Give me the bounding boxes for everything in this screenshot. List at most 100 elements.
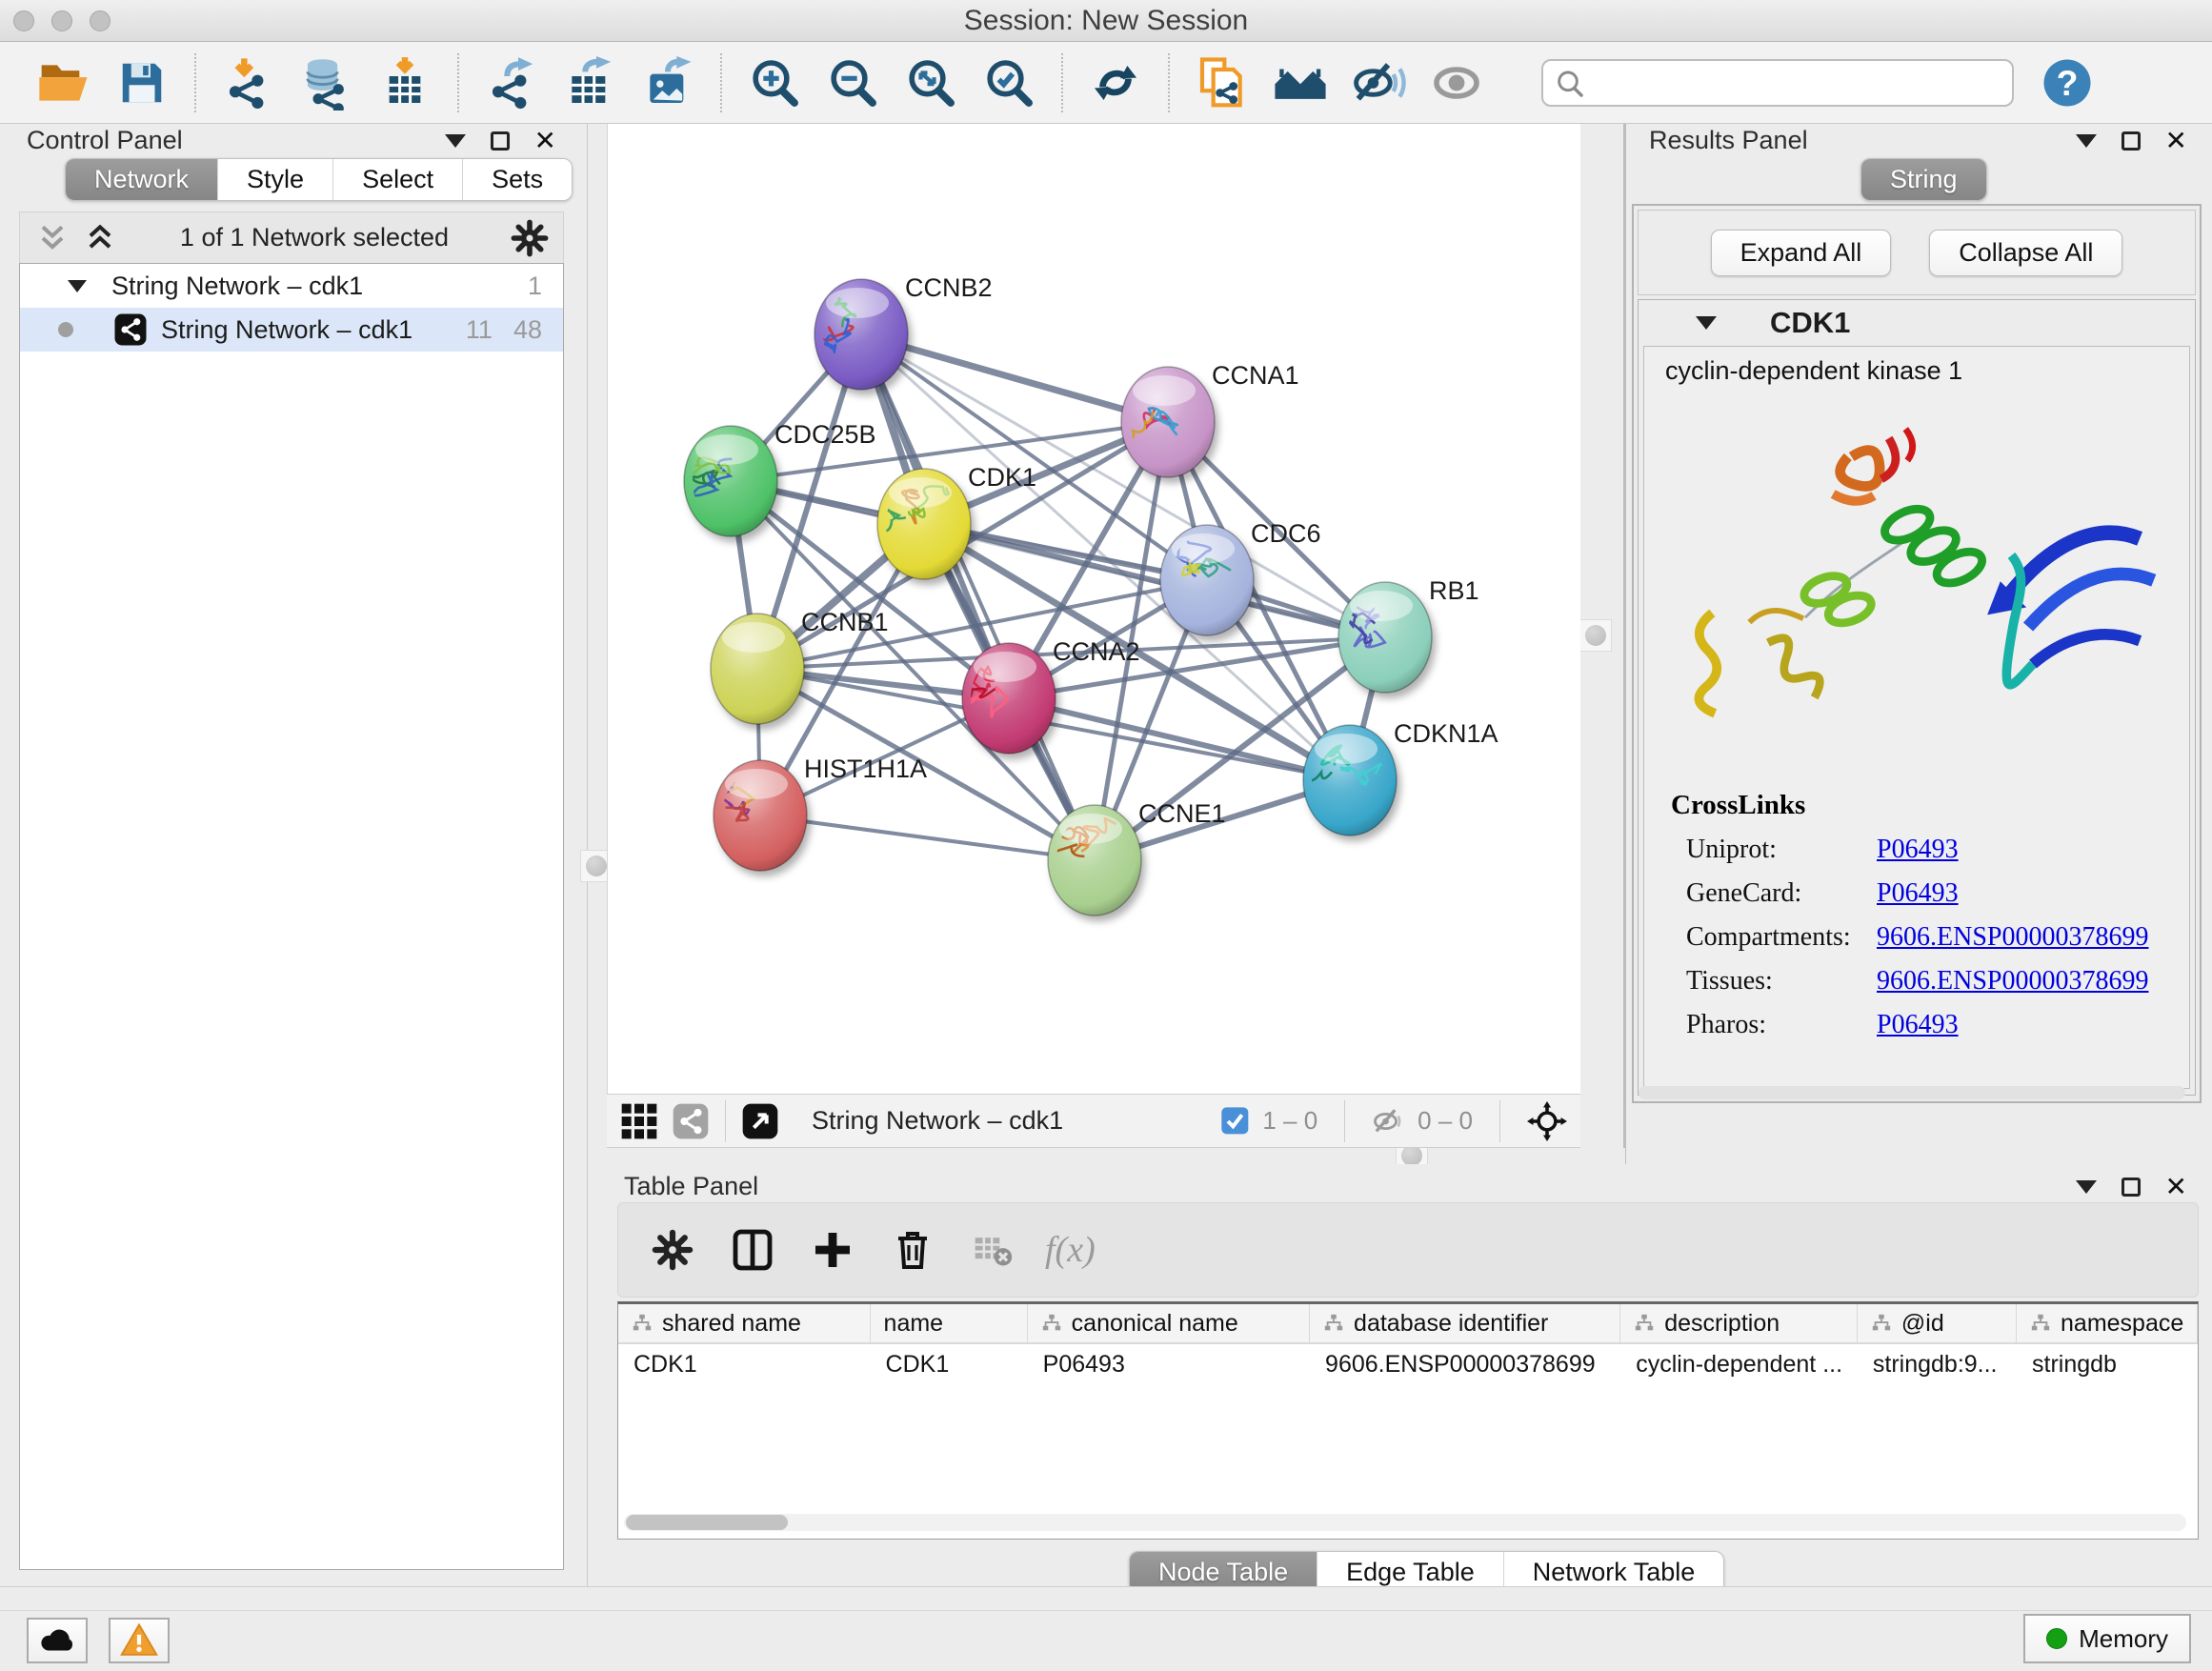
zoom-out-button[interactable] — [814, 49, 892, 117]
protein-expander-icon[interactable] — [1696, 316, 1717, 330]
panel-close-icon[interactable]: ✕ — [534, 131, 556, 151]
collection-expander-icon[interactable] — [68, 280, 87, 292]
refresh-button[interactable] — [1076, 49, 1155, 117]
network-graph[interactable]: CCNB2CCNA1CDC25BCDK1CDC6RB1CCNB1CCNA2CDK… — [608, 124, 1581, 1094]
table-header-cell[interactable]: description — [1620, 1304, 1858, 1342]
import-network-button[interactable] — [210, 49, 288, 117]
save-session-button[interactable] — [103, 49, 181, 117]
show-all-button[interactable] — [1418, 49, 1496, 117]
table-settings-button[interactable] — [645, 1219, 700, 1280]
delete-table-button[interactable] — [965, 1219, 1020, 1280]
table-cell[interactable]: cyclin-dependent ... — [1620, 1344, 1858, 1384]
collapse-all-icon[interactable] — [33, 219, 71, 257]
open-session-button[interactable] — [25, 49, 103, 117]
right-splitter[interactable] — [1580, 124, 1625, 1164]
network-canvas[interactable]: CCNB2CCNA1CDC25BCDK1CDC6RB1CCNB1CCNA2CDK… — [607, 124, 1580, 1094]
network-node[interactable]: CCNB2 — [778, 273, 993, 390]
panel-menu-icon[interactable] — [445, 134, 466, 148]
network-row[interactable]: String Network – cdk1 11 48 — [20, 308, 563, 352]
network-node[interactable]: HIST1H1A — [714, 755, 927, 871]
expand-all-icon[interactable] — [81, 219, 119, 257]
table-cell[interactable]: P06493 — [1028, 1344, 1310, 1384]
network-node[interactable]: CDKN1A — [1276, 719, 1498, 836]
crosslink-link[interactable]: 9606.ENSP00000378699 — [1877, 922, 2148, 953]
table-horizontal-scrollbar[interactable] — [624, 1514, 2186, 1531]
table-cell[interactable]: CDK1 — [618, 1344, 871, 1384]
table-cell[interactable]: 9606.ENSP00000378699 — [1310, 1344, 1620, 1384]
table-header-cell[interactable]: namespace — [2017, 1304, 2198, 1342]
table-header-cell[interactable]: name — [871, 1304, 1028, 1342]
table-header-cell[interactable]: database identifier — [1310, 1304, 1620, 1342]
cloud-status-button[interactable] — [27, 1618, 88, 1663]
toolbar-separator — [1061, 53, 1063, 112]
table-header-cell[interactable]: canonical name — [1028, 1304, 1310, 1342]
pan-crosshair-icon[interactable] — [1527, 1101, 1567, 1141]
network-node[interactable]: CCNB1 — [711, 608, 889, 724]
panel-menu-icon[interactable] — [2076, 1180, 2097, 1194]
network-edge[interactable] — [760, 815, 1095, 860]
function-builder-button[interactable]: f(x) — [1045, 1229, 1096, 1271]
plus-icon — [810, 1227, 855, 1273]
network-node[interactable]: CCNA1 — [1101, 361, 1299, 477]
panel-close-icon[interactable]: ✕ — [2165, 1178, 2187, 1197]
results-scrollbar[interactable] — [1639, 1086, 2185, 1099]
add-column-button[interactable] — [805, 1219, 860, 1280]
network-node[interactable]: CDK1 — [865, 463, 1036, 579]
crosslink-link[interactable]: P06493 — [1877, 835, 1959, 865]
show-columns-button[interactable] — [725, 1219, 780, 1280]
grid-view-icon[interactable] — [620, 1102, 658, 1140]
search-container — [1541, 59, 2014, 107]
crosslink-link[interactable]: 9606.ENSP00000378699 — [1877, 966, 2148, 997]
table-header-cell[interactable]: @id — [1858, 1304, 2017, 1342]
right-splitter-handle[interactable] — [1579, 619, 1612, 652]
scrollbar-thumb[interactable] — [626, 1515, 788, 1530]
import-network-database-button[interactable] — [288, 49, 366, 117]
protein-section-header[interactable]: CDK1 — [1639, 300, 2195, 346]
help-button[interactable]: ? — [2041, 56, 2094, 110]
panel-close-icon[interactable]: ✕ — [2165, 131, 2187, 151]
tab-select[interactable]: Select — [332, 159, 462, 200]
zoom-selected-button[interactable] — [970, 49, 1048, 117]
memory-button[interactable]: Memory — [2023, 1614, 2191, 1663]
panel-float-icon[interactable] — [491, 131, 510, 151]
left-splitter[interactable] — [588, 124, 607, 1164]
selected-checkbox-icon[interactable] — [1220, 1106, 1251, 1137]
crosslink-link[interactable]: P06493 — [1877, 1010, 1959, 1040]
panel-menu-icon[interactable] — [2076, 134, 2097, 148]
first-neighbors-button[interactable] — [1261, 49, 1339, 117]
network-node[interactable]: RB1 — [1338, 576, 1479, 693]
toolbar-separator — [720, 53, 722, 112]
clone-network-button[interactable] — [1183, 49, 1261, 117]
zoom-in-button[interactable] — [735, 49, 814, 117]
search-input[interactable] — [1541, 59, 2014, 107]
warnings-button[interactable] — [109, 1618, 170, 1663]
panel-float-icon[interactable] — [2122, 131, 2141, 151]
export-network-button[interactable] — [473, 49, 551, 117]
collapse-all-button[interactable]: Collapse All — [1929, 230, 2122, 276]
import-database-icon — [299, 55, 354, 111]
birds-eye-view-icon[interactable] — [741, 1102, 779, 1140]
gear-icon[interactable] — [510, 218, 550, 258]
export-table-button[interactable] — [551, 49, 629, 117]
tab-style[interactable]: Style — [217, 159, 332, 200]
table-row[interactable]: CDK1CDK1P064939606.ENSP00000378699cyclin… — [618, 1344, 2198, 1384]
table-cell[interactable]: stringdb:9... — [1858, 1344, 2017, 1384]
expand-all-button[interactable]: Expand All — [1711, 230, 1892, 276]
hidden-eye-slash-icon[interactable] — [1372, 1104, 1406, 1138]
table-header-cell[interactable]: shared name — [618, 1304, 871, 1342]
tab-string[interactable]: String — [1861, 159, 1986, 200]
export-image-button[interactable] — [629, 49, 707, 117]
network-collection-row[interactable]: String Network – cdk1 1 — [20, 264, 563, 308]
delete-column-button[interactable] — [885, 1219, 940, 1280]
tab-network[interactable]: Network — [66, 159, 217, 200]
crosslink-link[interactable]: P06493 — [1877, 878, 1959, 909]
panel-float-icon[interactable] — [2122, 1178, 2141, 1197]
hide-selected-button[interactable] — [1339, 49, 1418, 117]
network-view-icon[interactable] — [672, 1102, 710, 1140]
table-cell[interactable]: stringdb — [2017, 1344, 2198, 1384]
import-table-button[interactable] — [366, 49, 444, 117]
zoom-fit-button[interactable] — [892, 49, 970, 117]
tab-sets[interactable]: Sets — [462, 159, 572, 200]
table-cell[interactable]: CDK1 — [871, 1344, 1028, 1384]
column-tree-icon — [632, 1313, 653, 1334]
